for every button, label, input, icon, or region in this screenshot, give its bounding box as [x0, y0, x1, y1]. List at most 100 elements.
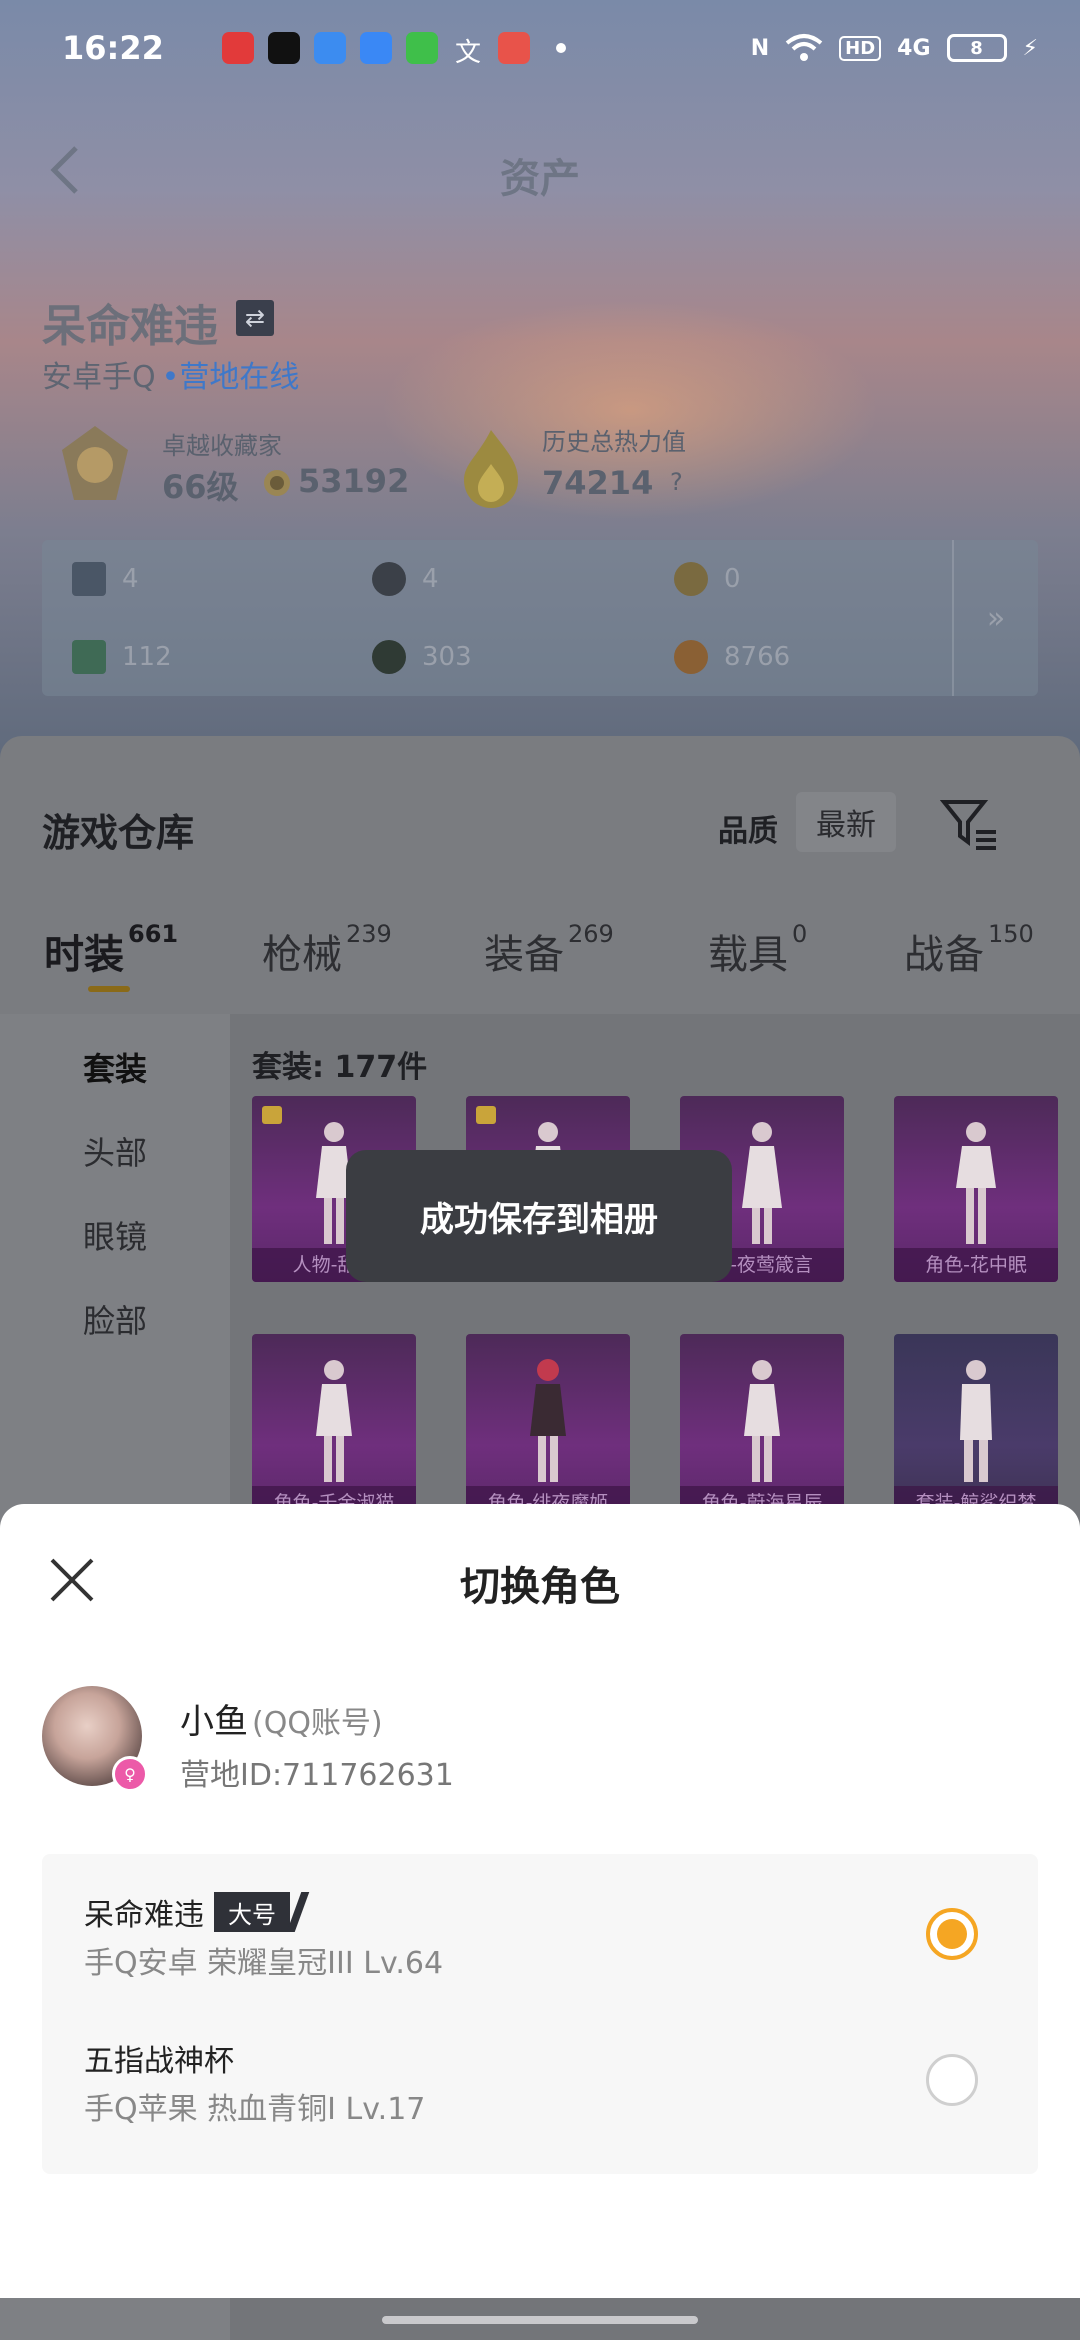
item-card-label: 角色-花中眠	[894, 1248, 1058, 1282]
battery-icon: 8	[946, 34, 1007, 62]
resource-panel: 4 4 0 112 303 8766 »	[42, 540, 1038, 696]
resource-item: 0	[674, 562, 741, 596]
browser-app-icon	[314, 32, 346, 64]
item-card[interactable]: 角色-花中眠	[894, 1096, 1058, 1282]
role-radio-selected[interactable]	[926, 1908, 978, 1960]
camp-id: 营地ID:711762631	[180, 1758, 454, 1793]
tab-count: 150	[988, 919, 1034, 948]
wifi-icon	[785, 34, 823, 61]
item-card[interactable]: 角色-蔚海星辰	[680, 1334, 844, 1520]
heat-label: 历史总热力值	[542, 428, 686, 456]
role-meta: 手Q安卓 荣耀皇冠III Lv.64	[84, 1946, 444, 1981]
character-figure-icon	[530, 1359, 566, 1482]
female-gender-icon: ♀	[112, 1756, 148, 1792]
resource-value: 303	[422, 642, 472, 672]
wechat-icon	[406, 32, 438, 64]
filter-icon[interactable]	[940, 796, 1000, 852]
set-count: 套装: 177件	[252, 1050, 428, 1085]
character-figure-icon	[744, 1360, 780, 1482]
role-name: 五指战神杯	[84, 2044, 234, 2079]
character-figure-icon	[960, 1360, 992, 1482]
tab-firearms[interactable]: 枪械 239	[262, 919, 392, 980]
role-name: 呆命难违	[84, 1898, 204, 1933]
tab-count: 269	[568, 919, 614, 948]
gold-icon	[674, 640, 708, 674]
resources-more-button[interactable]: »	[952, 540, 1038, 696]
item-card[interactable]: 角色-绯夜魔姬	[466, 1334, 630, 1520]
player-platform-row: 安卓手Q •营地在线	[42, 352, 299, 396]
shirt-icon	[262, 1106, 282, 1124]
tab-supplies[interactable]: 战备 150	[904, 919, 1034, 980]
collector-level: 66级	[162, 468, 239, 506]
sidebar-item-sets[interactable]: 套装	[0, 1044, 230, 1090]
tab-vehicles[interactable]: 载具 0	[708, 919, 808, 980]
message-app-icon	[360, 32, 392, 64]
character-figure-icon	[956, 1122, 996, 1244]
swap-role-icon[interactable]: ⇄	[236, 300, 274, 336]
resource-item: 4	[72, 562, 139, 596]
resource-value: 4	[422, 564, 439, 594]
system-icons: N HD 4G 8 ⚡	[751, 33, 1038, 63]
role-option-main[interactable]: 呆命难违 大号 手Q安卓 荣耀皇冠III Lv.64	[42, 1854, 1038, 2014]
online-status: •营地在线	[161, 360, 300, 395]
resource-item: 8766	[674, 640, 790, 674]
resource-value: 8766	[724, 642, 791, 672]
heat-value: 74214	[542, 464, 654, 502]
tab-fashion[interactable]: 时装 661	[44, 920, 178, 980]
collector-title: 卓越收藏家	[162, 432, 282, 460]
item-card[interactable]: 角色-千金淑猫	[252, 1334, 416, 1520]
toast-message: 成功保存到相册	[346, 1150, 732, 1282]
role-meta: 手Q苹果 热血青铜I Lv.17	[84, 2092, 426, 2127]
medal-icon	[674, 562, 708, 596]
account-name-row: 小鱼 (QQ账号)	[180, 1694, 383, 1743]
status-bar: 16:22 文 N HD 4G 8 ⚡	[0, 0, 1080, 96]
collector-badge-icon	[62, 426, 128, 500]
resource-item: 112	[72, 640, 172, 674]
sidebar-item-head[interactable]: 头部	[0, 1128, 230, 1174]
more-notifications-dot	[556, 43, 566, 53]
tab-count: 0	[792, 919, 808, 948]
page-title: 资产	[500, 156, 580, 202]
tab-equipment[interactable]: 装备 269	[484, 919, 614, 980]
ticket-icon	[72, 640, 106, 674]
account-type: (QQ账号)	[252, 1706, 383, 1741]
player-name: 呆命难违	[42, 301, 218, 352]
resource-value: 112	[122, 642, 172, 672]
resource-value: 4	[122, 564, 139, 594]
notification-icons: 文	[222, 32, 530, 68]
shirt-icon	[476, 1106, 496, 1124]
hd-icon: HD	[839, 35, 882, 61]
coin-icon	[372, 562, 406, 596]
resource-value: 0	[724, 564, 741, 594]
collector-points: 53192	[298, 462, 410, 500]
video-app-icon	[498, 32, 530, 64]
role-option-secondary[interactable]: 五指战神杯 手Q苹果 热血青铜I Lv.17	[42, 2014, 1038, 2174]
main-account-badge: 大号	[214, 1892, 290, 1932]
card-icon	[72, 562, 106, 596]
heat-help-icon[interactable]: ?	[670, 468, 683, 496]
orb-icon	[372, 640, 406, 674]
nfc-icon: N	[750, 35, 770, 61]
tab-count: 239	[346, 919, 392, 948]
item-card[interactable]: 套装-鲸鲨织梦	[894, 1334, 1058, 1520]
heat-flame-icon	[464, 430, 518, 508]
sidebar-item-face[interactable]: 脸部	[0, 1296, 230, 1342]
resource-item: 4	[372, 562, 439, 596]
account-name: 小鱼	[180, 1702, 248, 1742]
switch-role-sheet: 切换角色 ♀ 小鱼 (QQ账号) 营地ID:711762631 呆命难违 大号 手…	[0, 1504, 1080, 2298]
role-radio[interactable]	[926, 2054, 978, 2106]
charging-icon: ⚡	[1022, 35, 1038, 61]
active-tab-indicator	[88, 986, 130, 992]
role-name-row: 呆命难违 大号	[84, 1890, 290, 1934]
role-list: 呆命难违 大号 手Q安卓 荣耀皇冠III Lv.64 五指战神杯 手Q苹果 热血…	[42, 1854, 1038, 2174]
tiktok-icon	[268, 32, 300, 64]
warehouse-title: 游戏仓库	[42, 811, 195, 855]
character-figure-icon	[742, 1122, 782, 1244]
player-platform: 安卓手Q	[42, 360, 156, 395]
sidebar-item-glasses[interactable]: 眼镜	[0, 1212, 230, 1258]
quality-filter[interactable]: 品质	[718, 806, 778, 850]
home-indicator[interactable]	[382, 2316, 698, 2324]
top-nav: 资产	[0, 130, 1080, 210]
sort-newest-button[interactable]: 最新	[796, 792, 896, 852]
character-figure-icon	[316, 1360, 352, 1482]
